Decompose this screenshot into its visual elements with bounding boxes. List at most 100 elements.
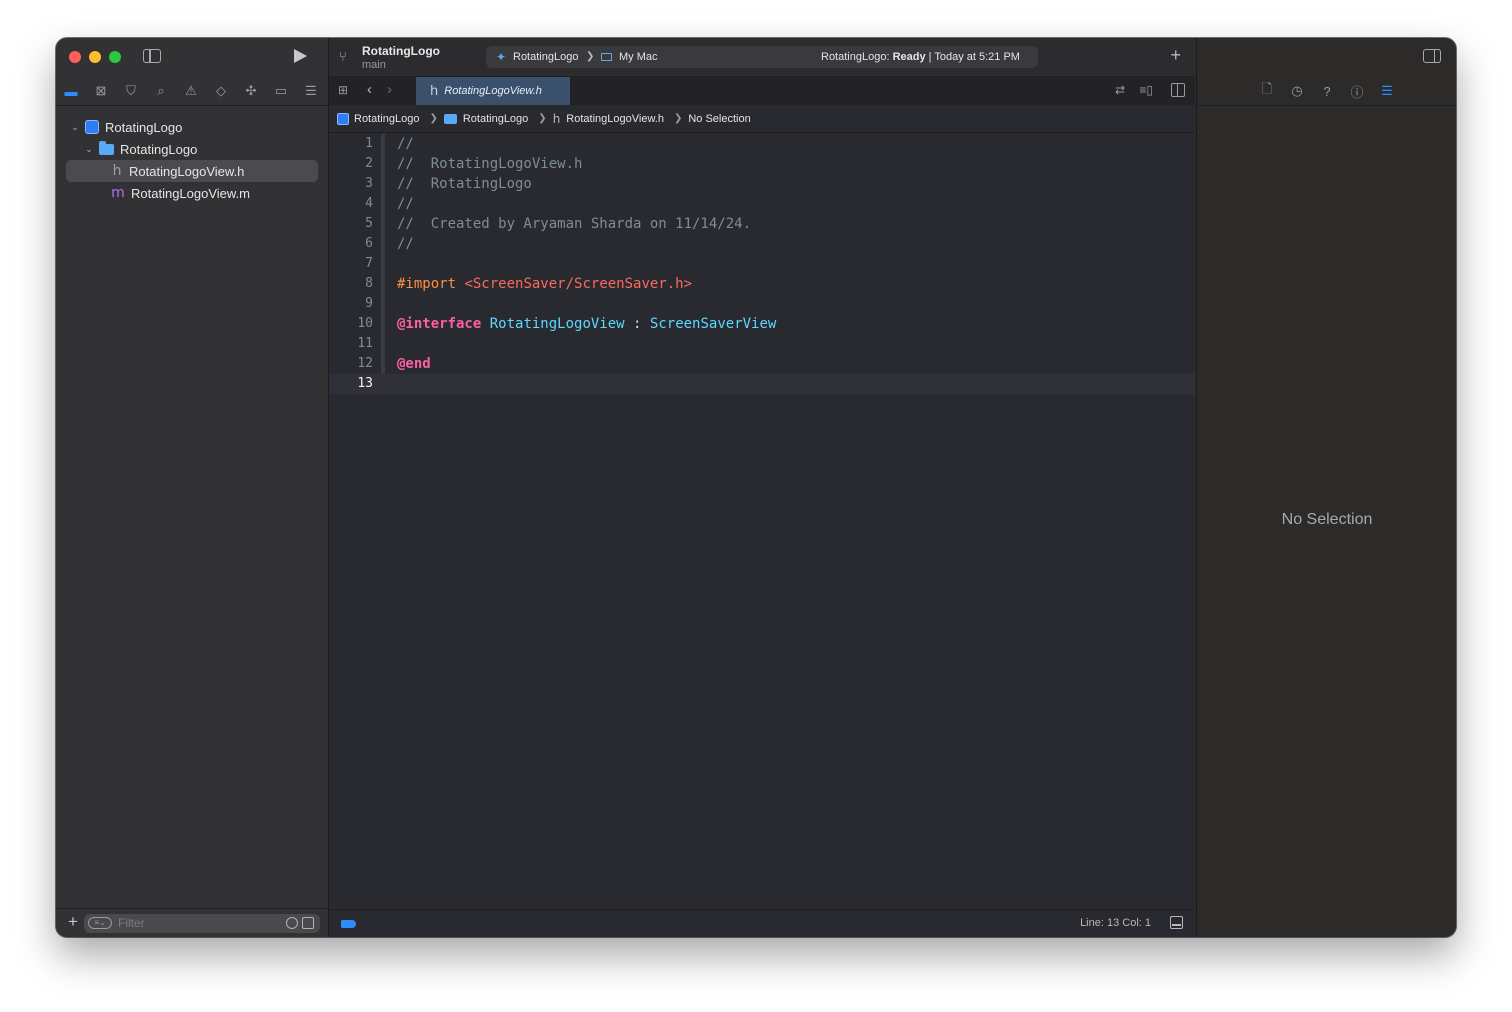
jumpbar-group[interactable]: RotatingLogo bbox=[443, 112, 529, 125]
editor-tab-bar: ⊞ ‹ › h RotatingLogoView.h ⇄ ≡▯ bbox=[329, 76, 1195, 106]
run-button[interactable] bbox=[294, 49, 307, 63]
gutter[interactable] bbox=[381, 134, 385, 154]
test-navigator-icon[interactable]: ◇ bbox=[206, 78, 236, 104]
destination-selector[interactable]: My Mac bbox=[619, 51, 658, 63]
close-window-button[interactable] bbox=[69, 51, 81, 63]
gutter[interactable] bbox=[381, 274, 385, 294]
jumpbar-group-label: RotatingLogo bbox=[462, 112, 529, 125]
build-status: RotatingLogo: Ready | Today at 5:21 PM bbox=[821, 51, 1020, 63]
attributes-inspector-icon[interactable]: ☰ bbox=[1372, 83, 1402, 99]
project-navigator-tree: ⌄ RotatingLogo ⌄ RotatingLogo h Rotating… bbox=[56, 116, 328, 204]
tree-row-project[interactable]: ⌄ RotatingLogo bbox=[56, 116, 328, 138]
debug-area-toggle-icon[interactable] bbox=[1170, 916, 1183, 929]
chevron-right-icon: ❯ bbox=[586, 51, 595, 62]
bookmark-navigator-icon[interactable]: ⛉ bbox=[116, 78, 146, 104]
recent-files-icon[interactable] bbox=[286, 917, 298, 929]
split-editor-icon[interactable] bbox=[1171, 83, 1185, 97]
gutter[interactable] bbox=[381, 214, 385, 234]
zoom-window-button[interactable] bbox=[109, 51, 121, 63]
code-line[interactable]: 2 // RotatingLogoView.h bbox=[329, 154, 1195, 174]
jump-bar: RotatingLogo ❯ RotatingLogo ❯ h RotatingL… bbox=[329, 105, 1195, 133]
related-items-grid-icon[interactable]: ⊞ bbox=[338, 83, 348, 97]
gutter[interactable] bbox=[381, 354, 385, 374]
sidebar-titlebar bbox=[56, 38, 328, 76]
code-line-current[interactable]: 13 bbox=[329, 374, 1195, 394]
breakpoint-navigator-icon[interactable]: ▭ bbox=[266, 78, 296, 104]
gutter[interactable] bbox=[381, 154, 385, 174]
filter-field[interactable]: ≡⌄ Filter bbox=[84, 914, 320, 933]
code-line[interactable]: 10 @interface RotatingLogoView : ScreenSa… bbox=[329, 314, 1195, 334]
editor-tab-active[interactable]: h RotatingLogoView.h bbox=[416, 77, 570, 105]
code-line[interactable]: 6 // bbox=[329, 234, 1195, 254]
source-code-editor[interactable]: 1 // 2 // RotatingLogoView.h 3 // RotatingL… bbox=[329, 134, 1195, 394]
code-line[interactable]: 11 bbox=[329, 334, 1195, 354]
colon: : bbox=[633, 316, 642, 332]
tree-group-label: RotatingLogo bbox=[120, 141, 198, 157]
toggle-inspector-icon[interactable] bbox=[1423, 49, 1441, 63]
tree-file-label: RotatingLogoView.h bbox=[129, 163, 245, 179]
code-line[interactable]: 8 #import <ScreenSaver/ScreenSaver.h> bbox=[329, 274, 1195, 294]
filter-placeholder: Filter bbox=[118, 916, 145, 930]
project-navigator-icon[interactable]: ▬ bbox=[56, 78, 86, 104]
interface-declaration: @interface RotatingLogoView : ScreenSave… bbox=[397, 314, 776, 334]
history-inspector-icon[interactable]: ◷ bbox=[1282, 83, 1312, 99]
code-line[interactable]: 12 @end bbox=[329, 354, 1195, 374]
code-line[interactable]: 9 bbox=[329, 294, 1195, 314]
tree-row-file-h[interactable]: h RotatingLogoView.h bbox=[66, 160, 318, 182]
xcode-window: ▬ ⊠ ⛉ ⌕ ⚠ ◇ ✣ ▭ ☰ ⌄ RotatingLogo ⌄ RotatingLogo … bbox=[56, 38, 1456, 937]
quick-help-inspector-icon[interactable]: ? bbox=[1312, 84, 1342, 99]
editor-area: ⑂ RotatingLogo main ✦ RotatingLogo ❯ My … bbox=[329, 38, 1195, 937]
find-navigator-icon[interactable]: ⌕ bbox=[146, 78, 176, 104]
breakpoints-toggle-icon[interactable] bbox=[341, 920, 356, 928]
jumpbar-file[interactable]: h RotatingLogoView.h bbox=[553, 112, 664, 126]
gutter[interactable] bbox=[381, 334, 385, 354]
editor-options-icon[interactable]: ≡▯ bbox=[1139, 83, 1153, 97]
toolbar-branch-name[interactable]: main bbox=[362, 59, 386, 71]
comment-text: // bbox=[397, 196, 414, 212]
header-file-icon: h bbox=[552, 111, 561, 126]
swap-arrows-icon[interactable]: ⇄ bbox=[1115, 83, 1125, 97]
code-line[interactable]: 4 // bbox=[329, 194, 1195, 214]
gutter[interactable] bbox=[381, 254, 385, 274]
line-number: 7 bbox=[365, 256, 373, 271]
minimize-window-button[interactable] bbox=[89, 51, 101, 63]
tree-row-file-m[interactable]: m RotatingLogoView.m bbox=[56, 182, 328, 204]
branch-icon[interactable]: ⑂ bbox=[339, 49, 347, 64]
forward-arrow-icon[interactable]: › bbox=[387, 81, 392, 98]
code-line[interactable]: 3 // RotatingLogo bbox=[329, 174, 1195, 194]
chevron-down-icon[interactable]: ⌄ bbox=[70, 122, 80, 133]
jumpbar-project[interactable]: RotatingLogo bbox=[329, 112, 419, 125]
gutter[interactable] bbox=[381, 314, 385, 334]
add-file-button[interactable]: + bbox=[68, 912, 78, 932]
class-name: RotatingLogoView bbox=[489, 316, 625, 332]
gutter[interactable] bbox=[381, 234, 385, 254]
line-number: 8 bbox=[365, 276, 373, 291]
issue-navigator-icon[interactable]: ⚠ bbox=[176, 78, 206, 104]
scheme-selector[interactable]: RotatingLogo bbox=[513, 51, 578, 63]
filter-icon[interactable]: ≡⌄ bbox=[88, 917, 112, 929]
tree-row-group[interactable]: ⌄ RotatingLogo bbox=[56, 138, 328, 160]
divider bbox=[56, 105, 328, 106]
line-col-indicator: Line: 13 Col: 1 bbox=[1080, 917, 1151, 929]
gutter[interactable] bbox=[381, 194, 385, 214]
chevron-right-icon: ❯ bbox=[673, 113, 683, 124]
back-arrow-icon[interactable]: ‹ bbox=[367, 81, 372, 98]
chevron-down-icon[interactable]: ⌄ bbox=[84, 144, 94, 155]
file-inspector-icon[interactable]: 🗋 bbox=[1252, 80, 1282, 102]
jumpbar-symbol[interactable]: No Selection bbox=[688, 113, 750, 125]
code-line[interactable]: 1 // bbox=[329, 134, 1195, 154]
library-plus-button[interactable]: + bbox=[1170, 45, 1181, 66]
gutter[interactable] bbox=[381, 294, 385, 314]
report-navigator-icon[interactable]: ☰ bbox=[296, 78, 326, 104]
accessibility-inspector-icon[interactable]: ⓘ bbox=[1342, 82, 1372, 101]
source-control-filter-icon[interactable] bbox=[302, 917, 314, 929]
import-path: <ScreenSaver/ScreenSaver.h> bbox=[464, 276, 693, 292]
code-line[interactable]: 5 // Created by Aryaman Sharda on 11/14/2… bbox=[329, 214, 1195, 234]
gutter[interactable] bbox=[381, 174, 385, 194]
toggle-navigator-icon[interactable] bbox=[143, 49, 161, 63]
code-line[interactable]: 7 bbox=[329, 254, 1195, 274]
chevron-right-icon: ❯ bbox=[429, 113, 438, 124]
debug-navigator-icon[interactable]: ✣ bbox=[236, 78, 266, 104]
line-number: 3 bbox=[365, 176, 373, 191]
source-control-navigator-icon[interactable]: ⊠ bbox=[86, 78, 116, 104]
